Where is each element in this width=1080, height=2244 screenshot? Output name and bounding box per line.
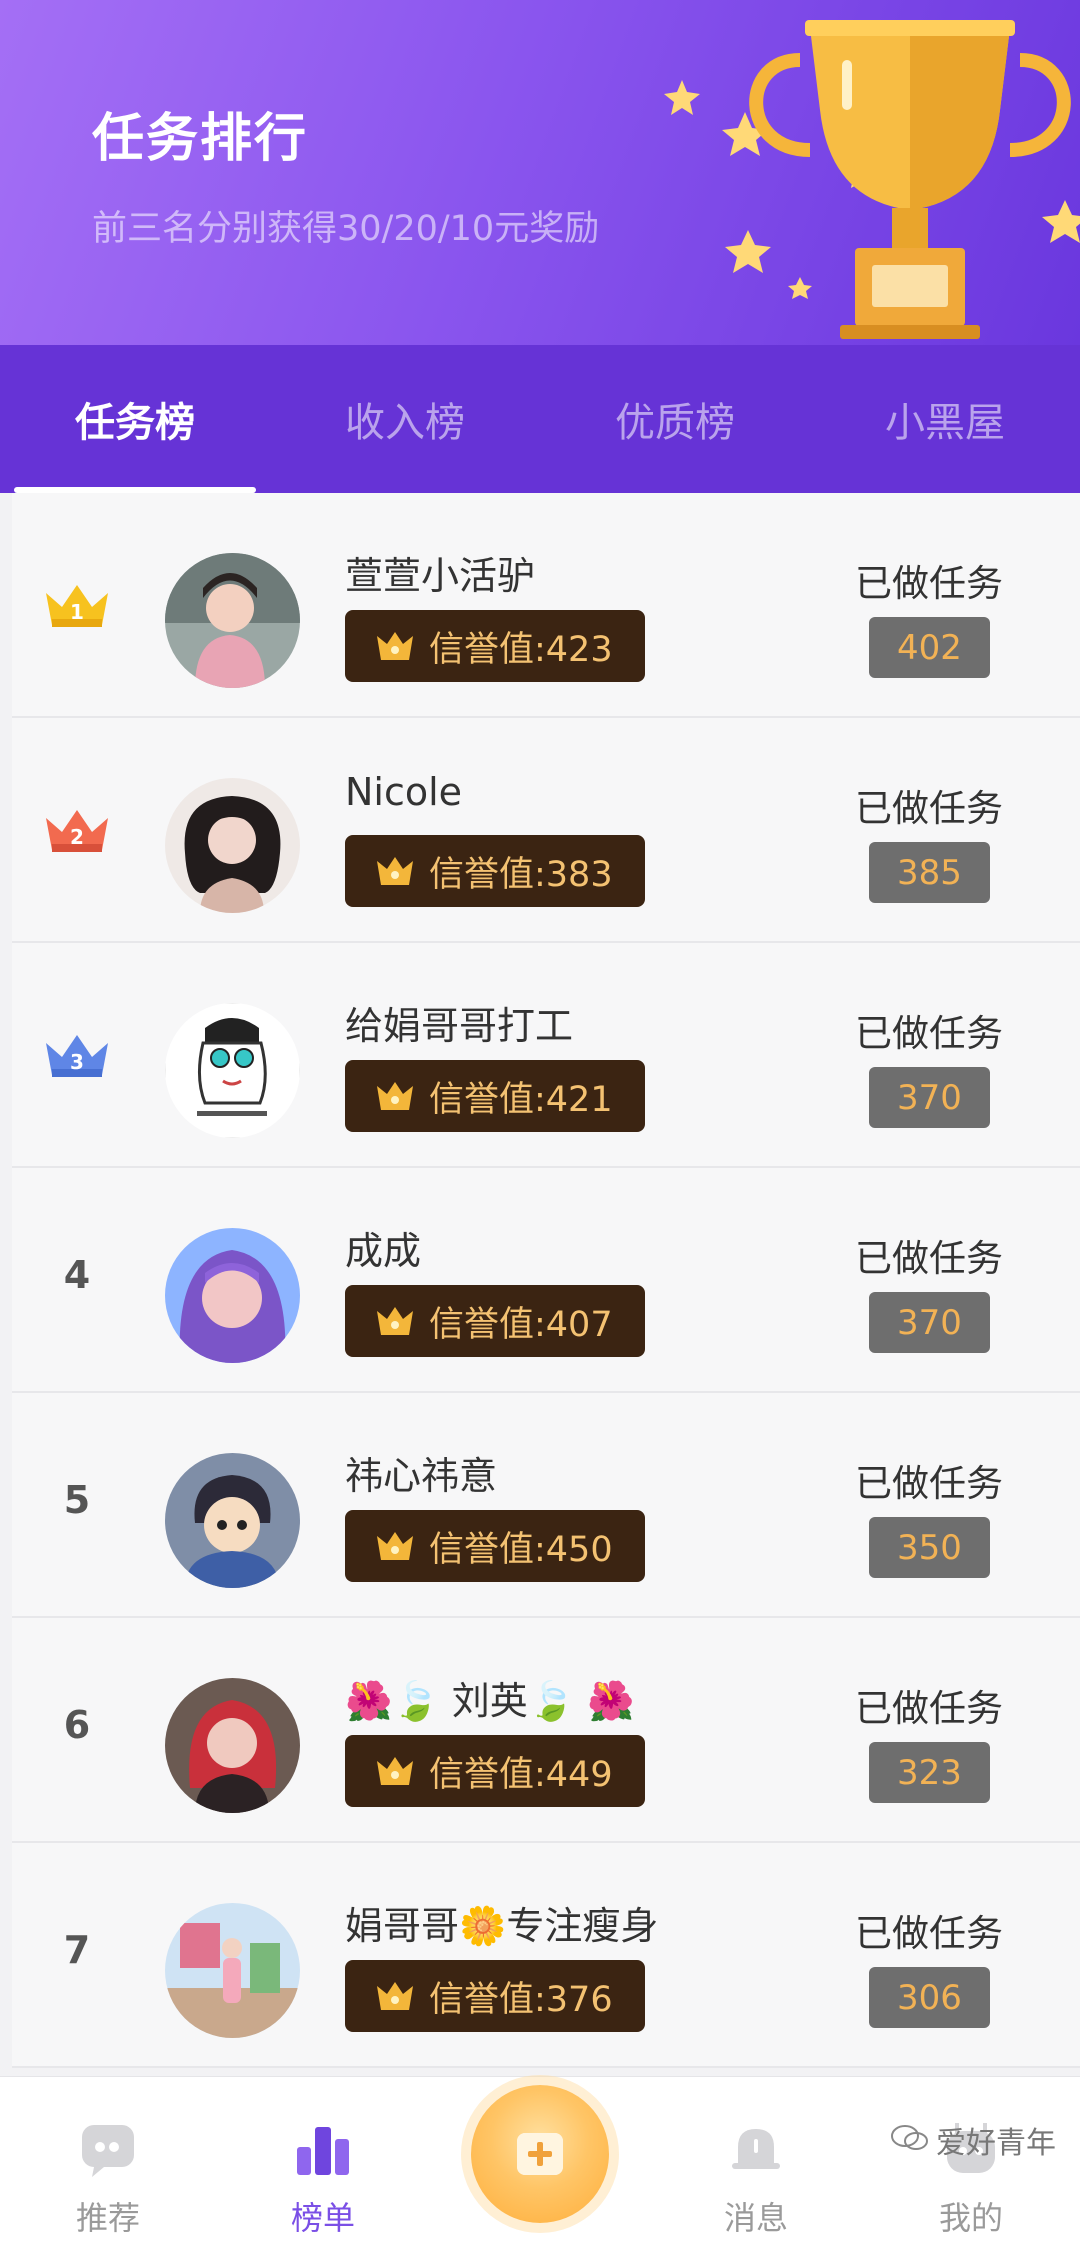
nav-label: 推荐 xyxy=(75,2199,140,2237)
trophy-icon xyxy=(664,20,1080,339)
credit-value: 信誉值:376 xyxy=(429,1979,613,2020)
avatar[interactable] xyxy=(165,1903,300,2038)
list-item[interactable]: 2 Nicole 信誉值:383 已做任务 385 xyxy=(12,718,1080,943)
tab-label: 任务榜 xyxy=(75,400,195,446)
credit-value: 信誉值:407 xyxy=(429,1304,613,1345)
crown-badge-icon xyxy=(377,1307,413,1335)
page-title: 任务排行 xyxy=(92,109,309,169)
ranking-header: 任务排行 前三名分别获得30/20/10元奖励 xyxy=(0,0,1080,345)
rank-number: 6 xyxy=(63,1703,91,1747)
nav-label: 榜单 xyxy=(290,2199,355,2237)
nav-label: 我的 xyxy=(938,2199,1003,2237)
user-name: Nicole xyxy=(345,770,463,814)
avatar[interactable] xyxy=(165,778,300,913)
nav-label: 消息 xyxy=(723,2199,788,2237)
reward-subtitle: 前三名分别获得30/20/10元奖励 xyxy=(92,209,600,249)
avatar[interactable] xyxy=(165,1003,300,1138)
ranking-tabs: 任务榜 收入榜 优质榜 小黑屋 xyxy=(0,345,1080,493)
tasks-done-count: 306 xyxy=(869,1967,990,2028)
credit-badge: 信誉值:423 xyxy=(345,610,645,682)
crown-badge-icon xyxy=(377,632,413,660)
list-item[interactable]: 6 🌺🍃 刘英🍃 🌺 信誉值:449 已做任务 323 xyxy=(12,1618,1080,1843)
add-task-icon xyxy=(517,2133,563,2175)
avatar[interactable] xyxy=(165,1453,300,1588)
tab-blacklist[interactable]: 小黑屋 xyxy=(810,345,1080,493)
credit-badge: 信誉值:421 xyxy=(345,1060,645,1132)
tasks-done-count: 402 xyxy=(869,617,990,678)
crown-badge-icon xyxy=(377,1532,413,1560)
user-name: 给娟哥哥打工 xyxy=(345,1004,574,1048)
credit-value: 信誉值:450 xyxy=(429,1529,613,1570)
user-name: 🌺🍃 刘英🍃 🌺 xyxy=(345,1679,635,1723)
user-name: 娟哥哥🌼专注瘦身 xyxy=(345,1904,659,1948)
list-item[interactable]: 4 成成 信誉值:407 已做任务 370 xyxy=(12,1168,1080,1393)
tasks-done-label: 已做任务 xyxy=(855,1237,1003,1280)
tasks-done-label: 已做任务 xyxy=(855,1687,1003,1730)
list-item[interactable]: 5 祎心祎意 信誉值:450 已做任务 350 xyxy=(12,1393,1080,1618)
tasks-done-count: 350 xyxy=(869,1517,990,1578)
bell-icon xyxy=(732,2129,780,2169)
crown-badge-icon xyxy=(377,1982,413,2010)
crown-badge-icon xyxy=(377,857,413,885)
list-item[interactable]: 7 娟哥哥🌼专注瘦身 信誉值:376 已做任务 306 xyxy=(12,1843,1080,2068)
tasks-done-label: 已做任务 xyxy=(855,1012,1003,1055)
user-name: 祎心祎意 xyxy=(345,1454,498,1498)
tasks-done-count: 370 xyxy=(869,1292,990,1353)
avatar[interactable] xyxy=(165,1228,300,1363)
tab-task-ranking[interactable]: 任务榜 xyxy=(0,345,270,493)
credit-value: 信誉值:449 xyxy=(429,1754,613,1795)
crown-badge-icon xyxy=(377,1757,413,1785)
tasks-done-label: 已做任务 xyxy=(855,1462,1003,1505)
credit-badge: 信誉值:407 xyxy=(345,1285,645,1357)
tab-income-ranking[interactable]: 收入榜 xyxy=(270,345,540,493)
gold-crown-icon: 1 xyxy=(46,585,108,627)
credit-badge: 信誉值:449 xyxy=(345,1735,645,1807)
credit-badge: 信誉值:450 xyxy=(345,1510,645,1582)
tasks-done-count: 370 xyxy=(869,1067,990,1128)
tab-label: 优质榜 xyxy=(615,400,735,446)
rank-number: 7 xyxy=(63,1928,91,1972)
ranking-list: 1 萱萱小活驴 信誉值:423 已做任务 402 2 Nicole 信誉值:38… xyxy=(12,493,1080,2068)
credit-value: 信誉值:423 xyxy=(429,629,613,670)
user-name: 萱萱小活驴 xyxy=(345,554,536,598)
user-name: 成成 xyxy=(345,1229,422,1273)
nav-messages[interactable]: 消息 xyxy=(686,2077,826,2244)
blue-crown-icon: 3 xyxy=(46,1035,108,1077)
tasks-done-count: 385 xyxy=(869,842,990,903)
rank-number: 3 xyxy=(70,1050,84,1074)
credit-badge: 信誉值:376 xyxy=(345,1960,645,2032)
quote-bubble-icon xyxy=(82,2125,134,2177)
tab-label: 小黑屋 xyxy=(885,400,1005,446)
rank-number: 5 xyxy=(63,1478,91,1522)
crown-badge-icon xyxy=(377,1082,413,1110)
watermark: 爱好青年 xyxy=(890,2118,1056,2162)
rank-number: 4 xyxy=(63,1253,91,1297)
list-item[interactable]: 1 萱萱小活驴 信誉值:423 已做任务 402 xyxy=(12,493,1080,718)
list-item[interactable]: 3 给娟哥哥打工 信誉值:421 已做任务 370 xyxy=(12,943,1080,1168)
avatar[interactable] xyxy=(165,1678,300,1813)
watermark-text: 爱好青年 xyxy=(936,2126,1056,2161)
credit-badge: 信誉值:383 xyxy=(345,835,645,907)
credit-value: 信誉值:383 xyxy=(429,854,613,895)
tasks-done-label: 已做任务 xyxy=(855,1912,1003,1955)
avatar[interactable] xyxy=(165,553,300,688)
tab-label: 收入榜 xyxy=(345,400,465,446)
tasks-done-label: 已做任务 xyxy=(855,562,1003,605)
add-task-button[interactable] xyxy=(471,2085,609,2223)
credit-value: 信誉值:421 xyxy=(429,1079,613,1120)
tab-quality-ranking[interactable]: 优质榜 xyxy=(540,345,810,493)
red-crown-icon: 2 xyxy=(46,810,108,852)
podium-icon xyxy=(297,2127,349,2175)
rank-number: 2 xyxy=(70,825,84,849)
tasks-done-count: 323 xyxy=(869,1742,990,1803)
nav-ranking[interactable]: 榜单 xyxy=(253,2077,393,2244)
tasks-done-label: 已做任务 xyxy=(855,787,1003,830)
nav-recommend[interactable]: 推荐 xyxy=(38,2077,178,2244)
rank-number: 1 xyxy=(70,600,84,624)
